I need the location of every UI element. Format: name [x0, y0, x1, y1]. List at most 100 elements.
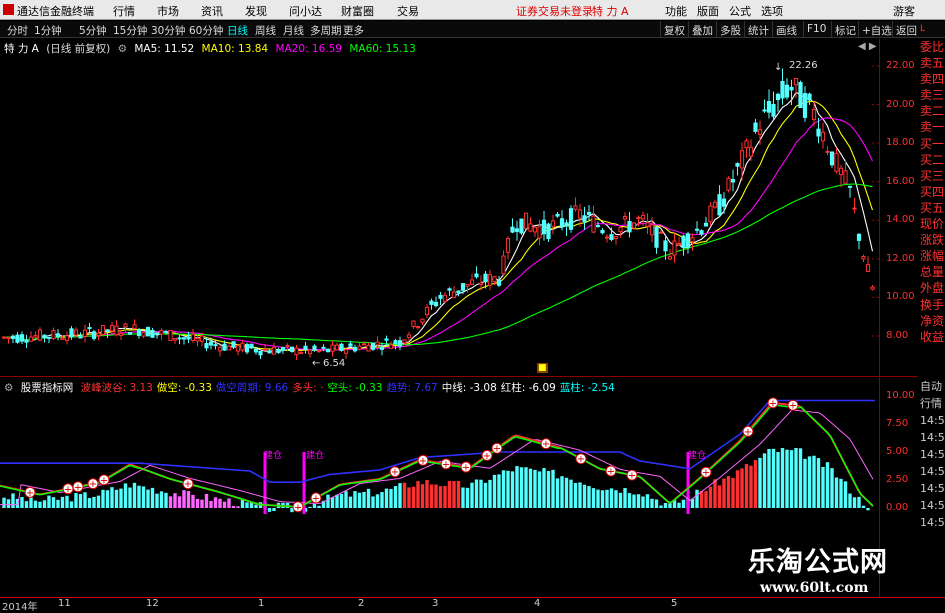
candle-body[interactable] [685, 233, 691, 248]
candle-body[interactable] [771, 103, 776, 117]
side-panel-item[interactable]: 外盘 [918, 280, 945, 296]
candle-body[interactable] [325, 348, 331, 353]
candle-body[interactable] [721, 198, 727, 207]
candle-body[interactable] [636, 217, 641, 220]
candle-body[interactable] [604, 236, 610, 239]
candle-body[interactable] [64, 335, 70, 341]
candle-body[interactable] [375, 341, 380, 346]
candle-body[interactable] [834, 152, 839, 172]
candle-body[interactable] [6, 336, 11, 339]
candle-body[interactable] [492, 276, 497, 283]
candle-body[interactable] [546, 223, 551, 240]
candle-body[interactable] [690, 237, 695, 243]
tick-panel-item[interactable]: 自动 [918, 378, 945, 395]
event-marker-icon[interactable]: ■ [537, 363, 548, 373]
candle-body[interactable] [681, 235, 686, 249]
candle-body[interactable] [366, 344, 371, 352]
candle-body[interactable] [645, 222, 650, 227]
candle-body[interactable] [694, 228, 700, 231]
candle-body[interactable] [33, 335, 38, 338]
candle-body[interactable] [91, 331, 97, 339]
candle-body[interactable] [541, 219, 547, 235]
candle-body[interactable] [699, 230, 704, 235]
candle-body[interactable] [240, 342, 245, 351]
candle-body[interactable] [87, 327, 92, 330]
candle-body[interactable] [298, 351, 304, 354]
candle-body[interactable] [654, 227, 659, 248]
candle-body[interactable] [78, 336, 83, 339]
candle-body[interactable] [307, 349, 313, 355]
candle-body[interactable] [865, 264, 871, 272]
candle-body[interactable] [627, 221, 632, 233]
candle-body[interactable] [829, 151, 835, 166]
candle-body[interactable] [217, 346, 223, 352]
candle-body[interactable] [442, 294, 448, 302]
candle-body[interactable] [532, 226, 538, 233]
legend-settings-icon[interactable]: ⚙ [118, 43, 127, 55]
candle-body[interactable] [348, 343, 353, 347]
candle-body[interactable] [852, 207, 857, 210]
candle-body[interactable] [276, 349, 281, 354]
candle-body[interactable] [154, 332, 160, 335]
candle-body[interactable] [46, 336, 52, 339]
candle-body[interactable] [528, 223, 533, 232]
candle-body[interactable] [609, 234, 614, 240]
candle-body[interactable] [870, 286, 875, 290]
candle-body[interactable] [361, 343, 367, 346]
candle-body[interactable] [231, 341, 236, 348]
candle-body[interactable] [316, 350, 322, 353]
candle-body[interactable] [649, 224, 655, 236]
candle-body[interactable] [60, 337, 65, 340]
candle-body[interactable] [676, 242, 682, 246]
candle-body[interactable] [415, 326, 421, 329]
side-panel-item[interactable]: 买四 [918, 184, 945, 200]
candle-body[interactable] [708, 205, 713, 223]
candle-body[interactable] [190, 333, 196, 341]
candle-body[interactable] [703, 222, 709, 227]
candle-body[interactable] [55, 333, 61, 337]
candle-body[interactable] [802, 93, 808, 118]
buy-signal-bar[interactable] [686, 452, 690, 514]
candle-body[interactable] [352, 346, 358, 352]
candle-body[interactable] [195, 337, 200, 342]
candle-body[interactable] [24, 340, 29, 343]
candle-body[interactable] [537, 226, 542, 239]
candle-body[interactable] [343, 349, 349, 354]
candle-body[interactable] [465, 283, 470, 287]
candle-body[interactable] [19, 334, 25, 342]
candle-body[interactable] [474, 273, 479, 278]
side-panel-item[interactable]: 现价 [918, 216, 945, 232]
candle-body[interactable] [613, 236, 619, 240]
indicator-settings-icon[interactable]: ⚙ [4, 382, 13, 394]
side-panel-item[interactable]: 总量 [918, 264, 945, 280]
tick-panel-item[interactable]: 14:5 [918, 463, 945, 480]
candle-body[interactable] [838, 167, 844, 176]
candle-body[interactable] [595, 225, 601, 228]
candle-body[interactable] [501, 255, 506, 275]
candle-body[interactable] [568, 208, 574, 230]
side-panel-item[interactable]: 买一 [918, 136, 945, 152]
candle-body[interactable] [861, 255, 866, 260]
candle-body[interactable] [280, 347, 286, 351]
candle-body[interactable] [208, 341, 214, 346]
candle-body[interactable] [559, 218, 565, 228]
candle-body[interactable] [334, 344, 340, 351]
candle-body[interactable] [402, 339, 407, 344]
candle-body[interactable] [577, 209, 583, 219]
side-panel-item[interactable]: 卖五 [918, 55, 945, 71]
candle-body[interactable] [100, 325, 106, 335]
candle-body[interactable] [460, 283, 466, 291]
candle-body[interactable] [28, 336, 34, 342]
candle-body[interactable] [672, 240, 677, 256]
side-panel-item[interactable]: 收益 [918, 329, 945, 345]
indicator-name[interactable]: 股票指标网 [21, 382, 74, 394]
candle-body[interactable] [487, 274, 493, 286]
candle-body[interactable] [640, 214, 646, 220]
candle-body[interactable] [357, 345, 362, 350]
candle-body[interactable] [132, 324, 137, 330]
candle-body[interactable] [775, 93, 781, 101]
candle-body[interactable] [312, 345, 317, 351]
candle-body[interactable] [226, 345, 232, 351]
tick-panel-item[interactable]: 14:5 [918, 429, 945, 446]
candle-body[interactable] [258, 350, 263, 356]
